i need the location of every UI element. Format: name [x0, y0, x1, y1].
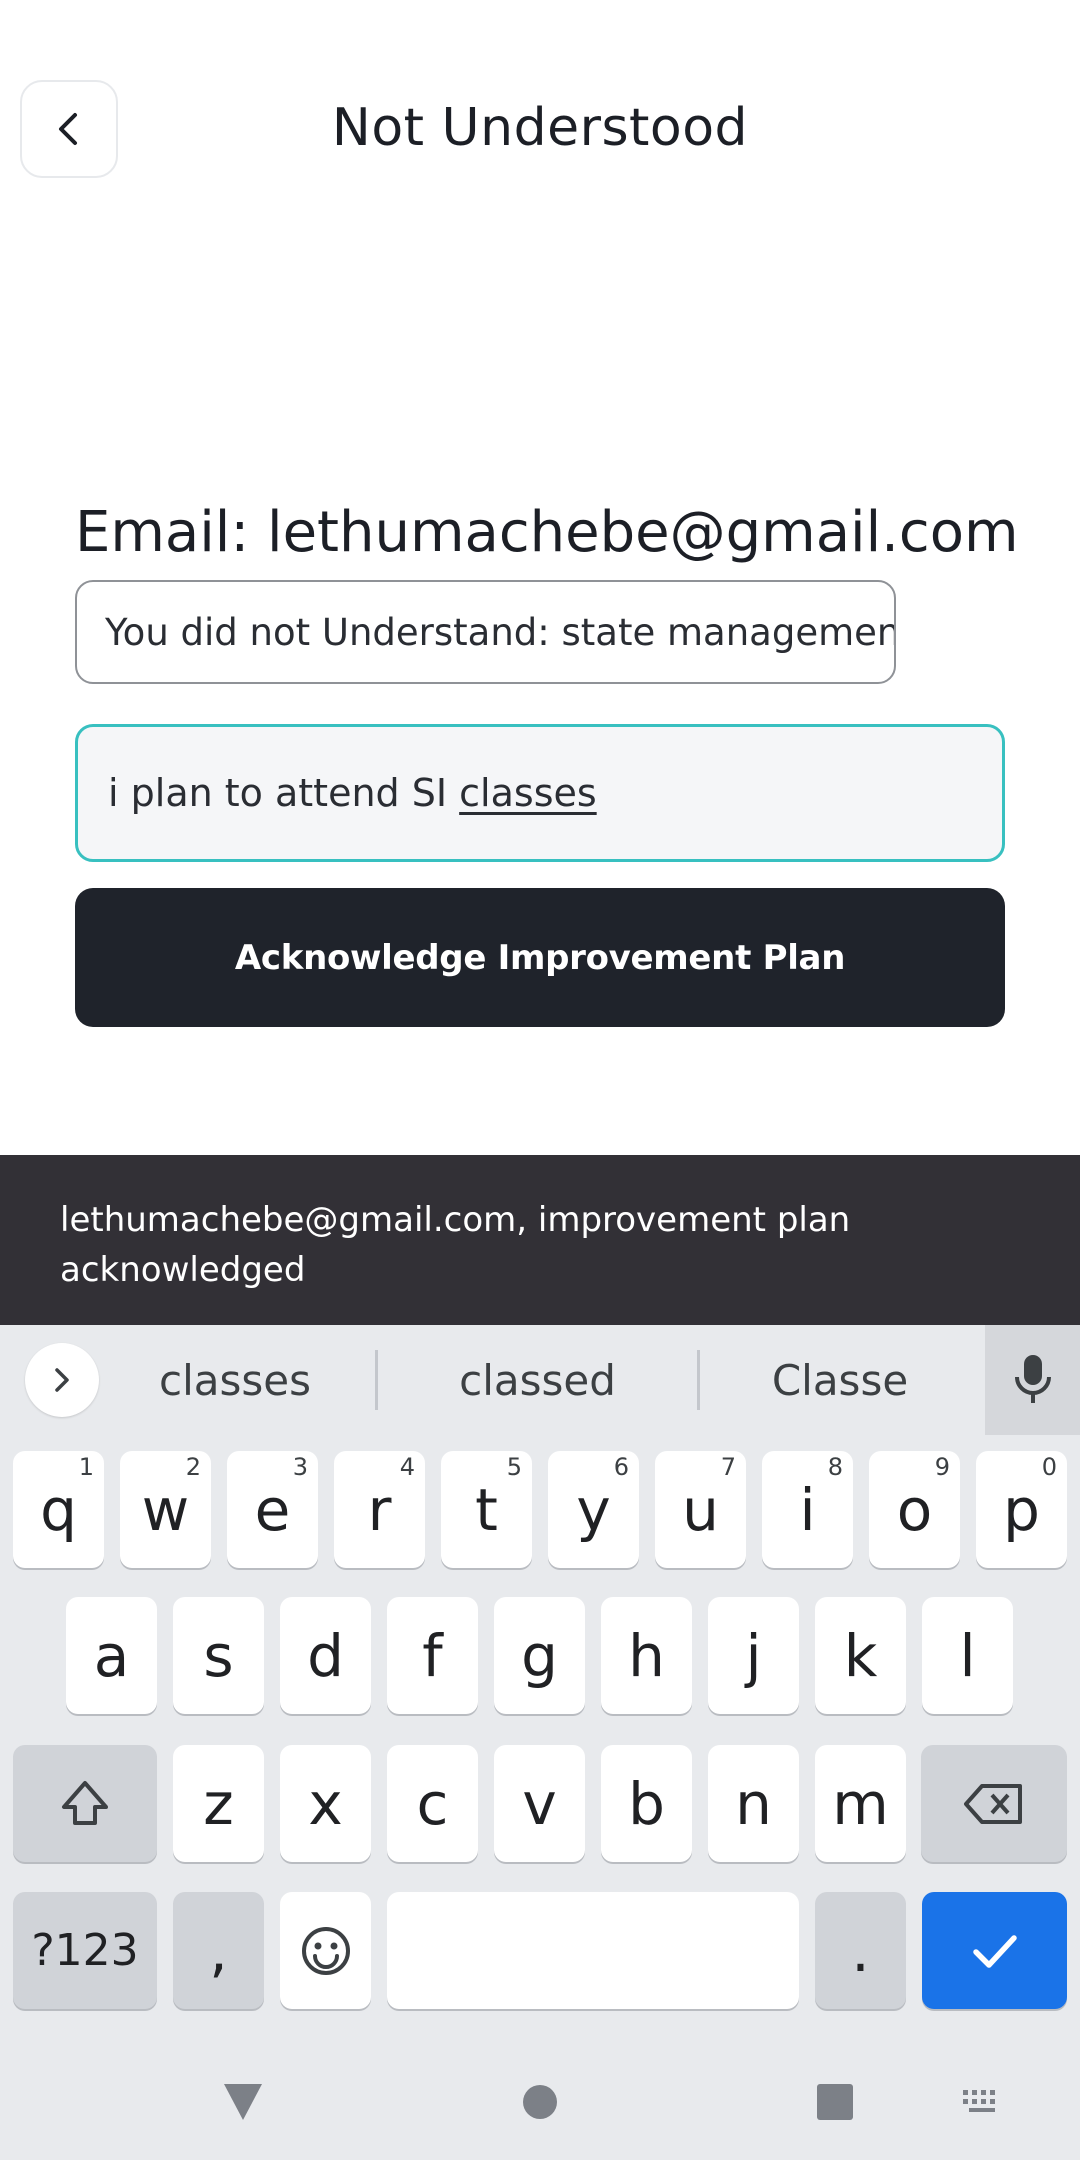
key-label: e	[254, 1475, 291, 1544]
key-g[interactable]: g	[494, 1597, 585, 1714]
shift-icon	[62, 1780, 108, 1825]
key-label: q	[40, 1475, 77, 1544]
key-t[interactable]: t5	[441, 1451, 532, 1568]
key-n[interactable]: n	[708, 1745, 799, 1862]
shift-key[interactable]	[13, 1745, 157, 1862]
keyboard-switch-icon[interactable]	[961, 2088, 1003, 2116]
key-p[interactable]: p0	[976, 1451, 1067, 1568]
recents-square-icon[interactable]	[817, 2084, 853, 2120]
keyboard: classes classed Classe q1w2e3r4t5y6u7i8o…	[0, 1325, 1080, 2160]
key-k[interactable]: k	[815, 1597, 906, 1714]
key-h[interactable]: h	[601, 1597, 692, 1714]
key-label: u	[682, 1475, 719, 1544]
key-s[interactable]: s	[173, 1597, 264, 1714]
key-number-hint: 3	[292, 1453, 308, 1481]
acknowledge-button[interactable]: Acknowledge Improvement Plan	[75, 888, 1005, 1027]
key-f[interactable]: f	[387, 1597, 478, 1714]
key-number-hint: 6	[613, 1453, 629, 1481]
key-m[interactable]: m	[815, 1745, 906, 1862]
key-number-hint: 1	[78, 1453, 94, 1481]
enter-key[interactable]	[922, 1892, 1067, 2009]
suggestion-divider	[697, 1350, 700, 1410]
key-label: o	[896, 1475, 933, 1544]
key-label: i	[799, 1475, 816, 1544]
email-heading: Email: lethumachebe@gmail.com	[75, 500, 1019, 565]
key-v[interactable]: v	[494, 1745, 585, 1862]
key-label: y	[576, 1475, 611, 1544]
page-title: Not Understood	[331, 98, 749, 158]
key-z[interactable]: z	[173, 1745, 264, 1862]
suggestion-bar: classes classed Classe	[0, 1325, 1080, 1435]
key-l[interactable]: l	[922, 1597, 1013, 1714]
key-number-hint: 9	[934, 1453, 950, 1481]
key-label: w	[141, 1475, 190, 1544]
key-i[interactable]: i8	[762, 1451, 853, 1568]
key-b[interactable]: b	[601, 1745, 692, 1862]
key-label: t	[475, 1475, 498, 1544]
key-w[interactable]: w2	[120, 1451, 211, 1568]
key-c[interactable]: c	[387, 1745, 478, 1862]
checkmark-icon	[972, 1934, 1017, 1968]
backspace-key[interactable]	[921, 1745, 1067, 1862]
key-o[interactable]: o9	[869, 1451, 960, 1568]
expand-toolbar-button[interactable]	[25, 1343, 99, 1417]
key-a[interactable]: a	[66, 1597, 157, 1714]
snackbar: lethumachebe@gmail.com, improvement plan…	[0, 1155, 1080, 1325]
backspace-icon	[964, 1783, 1022, 1824]
microphone-icon	[1014, 1355, 1051, 1403]
key-number-hint: 2	[185, 1453, 201, 1481]
key-e[interactable]: e3	[227, 1451, 318, 1568]
period-key[interactable]: .	[815, 1892, 906, 2009]
key-x[interactable]: x	[280, 1745, 371, 1862]
key-number-hint: 7	[720, 1453, 736, 1481]
key-q[interactable]: q1	[13, 1451, 104, 1568]
key-label: r	[367, 1475, 392, 1544]
suggestion-1[interactable]: classes	[120, 1325, 350, 1435]
suggestion-divider	[375, 1350, 378, 1410]
back-triangle-icon[interactable]	[222, 2082, 264, 2122]
key-r[interactable]: r4	[334, 1451, 425, 1568]
key-d[interactable]: d	[280, 1597, 371, 1714]
key-label: p	[1003, 1475, 1040, 1544]
plan-text: i plan to attend SI	[108, 771, 460, 815]
plan-text-underlined-word: classes	[459, 771, 597, 815]
topic-field: You did not Understand: state management	[75, 580, 896, 684]
snackbar-message: lethumachebe@gmail.com, improvement plan…	[60, 1200, 851, 1290]
key-j[interactable]: j	[708, 1597, 799, 1714]
space-key[interactable]	[387, 1892, 799, 2009]
suggestion-2[interactable]: classed	[400, 1325, 675, 1435]
improvement-plan-input[interactable]: i plan to attend SI classes	[75, 724, 1005, 862]
home-circle-icon[interactable]	[522, 2084, 558, 2120]
chevron-right-icon	[55, 1368, 69, 1392]
key-number-hint: 4	[399, 1453, 415, 1481]
key-u[interactable]: u7	[655, 1451, 746, 1568]
emoji-key[interactable]	[280, 1892, 371, 2009]
key-number-hint: 0	[1041, 1453, 1057, 1481]
suggestion-3[interactable]: Classe	[720, 1325, 960, 1435]
key-y[interactable]: y6	[548, 1451, 639, 1568]
comma-key[interactable]: ,	[173, 1892, 264, 2009]
emoji-icon	[301, 1926, 350, 1975]
symbols-key[interactable]: ?123	[13, 1892, 157, 2009]
key-number-hint: 5	[506, 1453, 522, 1481]
system-navigation-bar	[0, 2040, 1080, 2160]
voice-input-button[interactable]	[985, 1325, 1080, 1435]
key-number-hint: 8	[827, 1453, 843, 1481]
